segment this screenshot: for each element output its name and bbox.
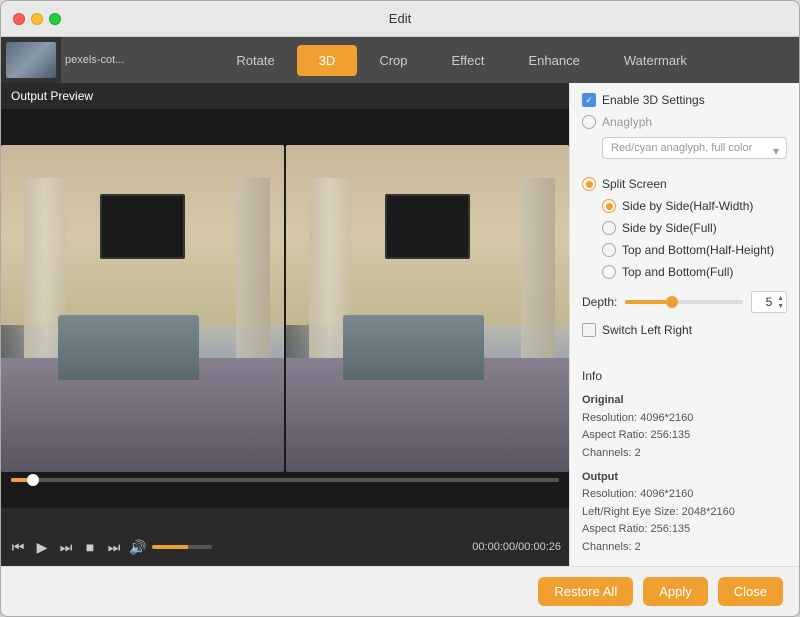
volume-slider[interactable] xyxy=(152,545,212,549)
top-bottom-full-row: Top and Bottom(Full) xyxy=(582,265,787,279)
progress-thumb[interactable] xyxy=(27,474,39,486)
stop-button[interactable]: ■ xyxy=(81,538,99,556)
anaglyph-dropdown-wrapper: Red/cyan anaglyph, full color xyxy=(582,137,787,165)
depth-row: Depth: 5 ▲ ▼ xyxy=(582,291,787,313)
frame-inner-left xyxy=(1,145,284,472)
enable-3d-label: Enable 3D Settings xyxy=(602,93,705,107)
split-screen-label: Split Screen xyxy=(602,177,667,191)
depth-slider[interactable] xyxy=(625,300,743,304)
restore-all-button[interactable]: Restore All xyxy=(538,577,633,606)
thumbnail-image xyxy=(6,42,56,78)
settings-panel: Enable 3D Settings Anaglyph Red/cyan ana… xyxy=(569,83,799,566)
top-bottom-full-label: Top and Bottom(Full) xyxy=(622,265,733,279)
anaglyph-row: Anaglyph xyxy=(582,115,787,129)
split-screen-row: Split Screen xyxy=(582,177,787,191)
time-display: 00:00:00/00:00:26 xyxy=(472,541,561,553)
depth-label: Depth: xyxy=(582,295,617,309)
tab-enhance[interactable]: Enhance xyxy=(507,45,602,76)
room-sofa-r xyxy=(343,315,485,380)
window-title: Edit xyxy=(389,11,411,26)
frame-inner-right xyxy=(286,145,569,472)
top-bottom-full-radio[interactable] xyxy=(602,265,616,279)
app-window: Edit pexels-cot... Rotate 3D Crop Effect… xyxy=(0,0,800,617)
anaglyph-radio[interactable] xyxy=(582,115,596,129)
switch-lr-row: Switch Left Right xyxy=(582,323,787,337)
tab-3d[interactable]: 3D xyxy=(297,45,358,76)
depth-slider-fill xyxy=(625,300,672,304)
output-channels: Channels: 2 xyxy=(582,539,787,557)
video-preview xyxy=(1,109,569,508)
depth-increment[interactable]: ▲ xyxy=(777,295,784,302)
main-content: Output Preview xyxy=(1,83,799,566)
volume-icon: 🔊 xyxy=(129,539,146,556)
info-title: Info xyxy=(582,367,787,386)
output-eye-size: Left/Right Eye Size: 2048*2160 xyxy=(582,504,787,522)
depth-value: 5 xyxy=(766,295,773,309)
original-channels: Channels: 2 xyxy=(582,445,787,463)
next-button[interactable]: ⏭ xyxy=(105,538,123,556)
anaglyph-label: Anaglyph xyxy=(602,115,652,129)
maximize-window-button[interactable] xyxy=(49,13,61,25)
tab-bar: Rotate 3D Crop Effect Enhance Watermark xyxy=(124,45,799,76)
room-sofa-l xyxy=(58,315,200,380)
depth-slider-thumb[interactable] xyxy=(666,296,678,308)
window-controls xyxy=(13,13,61,25)
switch-lr-label: Switch Left Right xyxy=(602,323,692,337)
toolbar: pexels-cot... Rotate 3D Crop Effect Enha… xyxy=(1,37,799,83)
playback-controls: ⏮ ▶ ⏭ ■ ⏭ 🔊 00:00:00/00:00:26 xyxy=(1,528,569,566)
output-label: Output xyxy=(582,469,787,487)
tab-rotate[interactable]: Rotate xyxy=(214,45,296,76)
side-by-side-full-row: Side by Side(Full) xyxy=(582,221,787,235)
info-section: Info Original Resolution: 4096*2160 Aspe… xyxy=(582,367,787,557)
enable-3d-row: Enable 3D Settings xyxy=(582,93,787,107)
side-by-side-half-label: Side by Side(Half-Width) xyxy=(622,199,753,213)
close-window-button[interactable] xyxy=(13,13,25,25)
split-screen-radio[interactable] xyxy=(582,177,596,191)
play-button[interactable]: ▶ xyxy=(33,538,51,556)
tab-effect[interactable]: Effect xyxy=(430,45,507,76)
top-bottom-half-row: Top and Bottom(Half-Height) xyxy=(582,243,787,257)
skip-back-button[interactable]: ⏮ xyxy=(9,538,27,556)
original-resolution: Resolution: 4096*2160 xyxy=(582,410,787,428)
depth-spinners: ▲ ▼ xyxy=(777,292,784,312)
close-button[interactable]: Close xyxy=(718,577,783,606)
side-by-side-full-radio[interactable] xyxy=(602,221,616,235)
side-by-side-half-row: Side by Side(Half-Width) xyxy=(582,199,787,213)
top-bottom-half-radio[interactable] xyxy=(602,243,616,257)
depth-decrement[interactable]: ▼ xyxy=(777,303,784,310)
preview-area: Output Preview xyxy=(1,83,569,566)
thumbnail xyxy=(1,37,61,83)
progress-track[interactable] xyxy=(11,478,559,482)
titlebar: Edit xyxy=(1,1,799,37)
room-tv-l xyxy=(100,194,185,259)
skip-frame-button[interactable]: ⏭ xyxy=(57,538,75,556)
original-label: Original xyxy=(582,392,787,410)
top-bottom-half-label: Top and Bottom(Half-Height) xyxy=(622,243,774,257)
tab-crop[interactable]: Crop xyxy=(357,45,429,76)
split-screen xyxy=(1,109,569,508)
anaglyph-dropdown[interactable]: Red/cyan anaglyph, full color xyxy=(602,137,787,159)
filename-label: pexels-cot... xyxy=(61,54,124,66)
room-tv-r xyxy=(385,194,470,259)
apply-button[interactable]: Apply xyxy=(643,577,708,606)
output-resolution: Resolution: 4096*2160 xyxy=(582,486,787,504)
side-by-side-full-label: Side by Side(Full) xyxy=(622,221,717,235)
enable-3d-checkbox[interactable] xyxy=(582,93,596,107)
bottom-bar: Restore All Apply Close xyxy=(1,566,799,616)
tab-watermark[interactable]: Watermark xyxy=(602,45,709,76)
minimize-window-button[interactable] xyxy=(31,13,43,25)
output-aspect: Aspect Ratio: 256:135 xyxy=(582,521,787,539)
switch-lr-checkbox[interactable] xyxy=(582,323,596,337)
preview-frame-right xyxy=(286,145,569,472)
preview-frame-left xyxy=(1,145,284,472)
side-by-side-half-radio[interactable] xyxy=(602,199,616,213)
original-aspect: Aspect Ratio: 256:135 xyxy=(582,427,787,445)
preview-label: Output Preview xyxy=(1,83,569,109)
depth-value-box: 5 ▲ ▼ xyxy=(751,291,787,313)
